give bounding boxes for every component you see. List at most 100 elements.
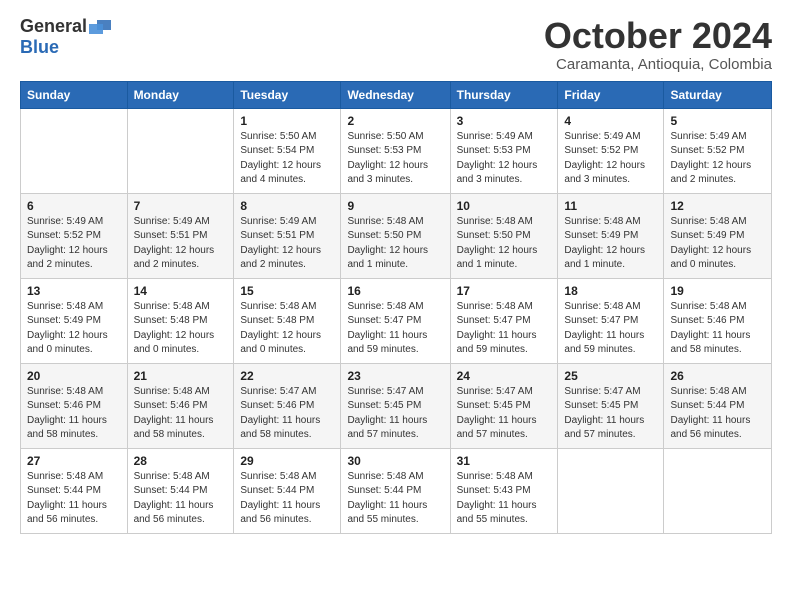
calendar-header-friday: Friday: [558, 81, 664, 108]
day-info: Sunrise: 5:48 AM Sunset: 5:46 PM Dayligh…: [670, 300, 765, 358]
day-info: Sunrise: 5:48 AM Sunset: 5:48 PM Dayligh…: [240, 300, 334, 358]
calendar-cell: 20 Sunrise: 5:48 AM Sunset: 5:46 PM Dayli…: [21, 363, 128, 448]
day-number: 9: [347, 199, 443, 213]
day-info: Sunrise: 5:48 AM Sunset: 5:46 PM Dayligh…: [134, 385, 228, 443]
calendar-cell: 30 Sunrise: 5:48 AM Sunset: 5:44 PM Dayli…: [341, 448, 450, 533]
calendar-header-wednesday: Wednesday: [341, 81, 450, 108]
day-number: 3: [457, 114, 552, 128]
day-number: 18: [564, 284, 657, 298]
day-info: Sunrise: 5:48 AM Sunset: 5:44 PM Dayligh…: [347, 470, 443, 528]
calendar-cell: 18 Sunrise: 5:48 AM Sunset: 5:47 PM Dayli…: [558, 278, 664, 363]
day-number: 17: [457, 284, 552, 298]
calendar-cell: 5Sunrise: 5:49 AM Sunset: 5:52 PM Daylig…: [664, 108, 772, 193]
calendar-cell: 29 Sunrise: 5:48 AM Sunset: 5:44 PM Dayli…: [234, 448, 341, 533]
day-info: Sunrise: 5:48 AM Sunset: 5:49 PM Dayligh…: [670, 215, 765, 273]
day-info: Sunrise: 5:48 AM Sunset: 5:48 PM Dayligh…: [134, 300, 228, 358]
day-info: Sunrise: 5:50 AM Sunset: 5:53 PM Dayligh…: [347, 130, 443, 188]
day-number: 4: [564, 114, 657, 128]
calendar-cell: 15 Sunrise: 5:48 AM Sunset: 5:48 PM Dayli…: [234, 278, 341, 363]
day-number: 25: [564, 369, 657, 383]
calendar-week-3: 13Sunrise: 5:48 AM Sunset: 5:49 PM Dayli…: [21, 278, 772, 363]
day-number: 8: [240, 199, 334, 213]
day-number: 22: [240, 369, 334, 383]
day-info: Sunrise: 5:48 AM Sunset: 5:47 PM Dayligh…: [457, 300, 552, 358]
logo-icon: [89, 18, 111, 36]
day-number: 6: [27, 199, 121, 213]
day-info: Sunrise: 5:48 AM Sunset: 5:43 PM Dayligh…: [457, 470, 552, 528]
calendar-header-sunday: Sunday: [21, 81, 128, 108]
day-number: 13: [27, 284, 121, 298]
day-info: Sunrise: 5:47 AM Sunset: 5:45 PM Dayligh…: [347, 385, 443, 443]
calendar-cell: 24 Sunrise: 5:47 AM Sunset: 5:45 PM Dayli…: [450, 363, 558, 448]
day-number: 11: [564, 199, 657, 213]
day-info: Sunrise: 5:49 AM Sunset: 5:53 PM Dayligh…: [457, 130, 552, 188]
calendar-week-1: 1 Sunrise: 5:50 AM Sunset: 5:54 PM Daylig…: [21, 108, 772, 193]
day-number: 19: [670, 284, 765, 298]
day-number: 20: [27, 369, 121, 383]
day-info: Sunrise: 5:49 AM Sunset: 5:51 PM Dayligh…: [240, 215, 334, 273]
day-info: Sunrise: 5:48 AM Sunset: 5:44 PM Dayligh…: [240, 470, 334, 528]
logo: General Blue: [20, 16, 111, 58]
logo-general-text: General: [20, 16, 87, 37]
calendar-cell: 23 Sunrise: 5:47 AM Sunset: 5:45 PM Dayli…: [341, 363, 450, 448]
calendar-cell: 7 Sunrise: 5:49 AM Sunset: 5:51 PM Daylig…: [127, 193, 234, 278]
location: Caramanta, Antioquia, Colombia: [544, 56, 772, 73]
calendar-cell: 14 Sunrise: 5:48 AM Sunset: 5:48 PM Dayli…: [127, 278, 234, 363]
day-number: 29: [240, 454, 334, 468]
day-number: 12: [670, 199, 765, 213]
calendar-cell: [21, 108, 128, 193]
day-number: 21: [134, 369, 228, 383]
day-number: 27: [27, 454, 121, 468]
calendar-cell: 3 Sunrise: 5:49 AM Sunset: 5:53 PM Daylig…: [450, 108, 558, 193]
day-number: 26: [670, 369, 765, 383]
day-info: Sunrise: 5:48 AM Sunset: 5:50 PM Dayligh…: [457, 215, 552, 273]
day-info: Sunrise: 5:49 AM Sunset: 5:52 PM Dayligh…: [564, 130, 657, 188]
calendar-cell: 8 Sunrise: 5:49 AM Sunset: 5:51 PM Daylig…: [234, 193, 341, 278]
day-info: Sunrise: 5:47 AM Sunset: 5:46 PM Dayligh…: [240, 385, 334, 443]
day-number: 31: [457, 454, 552, 468]
day-number: 15: [240, 284, 334, 298]
day-number: 1: [240, 114, 334, 128]
calendar-week-5: 27 Sunrise: 5:48 AM Sunset: 5:44 PM Dayli…: [21, 448, 772, 533]
day-info: Sunrise: 5:49 AM Sunset: 5:51 PM Dayligh…: [134, 215, 228, 273]
day-number: 28: [134, 454, 228, 468]
calendar-cell: 11 Sunrise: 5:48 AM Sunset: 5:49 PM Dayli…: [558, 193, 664, 278]
calendar-header-row: SundayMondayTuesdayWednesdayThursdayFrid…: [21, 81, 772, 108]
day-info: Sunrise: 5:50 AM Sunset: 5:54 PM Dayligh…: [240, 130, 334, 188]
calendar-cell: 10 Sunrise: 5:48 AM Sunset: 5:50 PM Dayli…: [450, 193, 558, 278]
day-info: Sunrise: 5:48 AM Sunset: 5:49 PM Dayligh…: [564, 215, 657, 273]
month-title: October 2024: [544, 16, 772, 56]
calendar-cell: 6 Sunrise: 5:49 AM Sunset: 5:52 PM Daylig…: [21, 193, 128, 278]
day-number: 24: [457, 369, 552, 383]
calendar: SundayMondayTuesdayWednesdayThursdayFrid…: [20, 81, 772, 534]
calendar-cell: [558, 448, 664, 533]
logo-blue-text: Blue: [20, 37, 59, 58]
calendar-cell: 1 Sunrise: 5:50 AM Sunset: 5:54 PM Daylig…: [234, 108, 341, 193]
calendar-cell: 28Sunrise: 5:48 AM Sunset: 5:44 PM Dayli…: [127, 448, 234, 533]
day-info: Sunrise: 5:48 AM Sunset: 5:47 PM Dayligh…: [564, 300, 657, 358]
day-info: Sunrise: 5:47 AM Sunset: 5:45 PM Dayligh…: [457, 385, 552, 443]
day-number: 14: [134, 284, 228, 298]
day-info: Sunrise: 5:49 AM Sunset: 5:52 PM Dayligh…: [27, 215, 121, 273]
day-number: 10: [457, 199, 552, 213]
calendar-week-2: 6 Sunrise: 5:49 AM Sunset: 5:52 PM Daylig…: [21, 193, 772, 278]
day-info: Sunrise: 5:48 AM Sunset: 5:47 PM Dayligh…: [347, 300, 443, 358]
calendar-cell: 4 Sunrise: 5:49 AM Sunset: 5:52 PM Daylig…: [558, 108, 664, 193]
title-section: October 2024 Caramanta, Antioquia, Colom…: [544, 16, 772, 73]
day-info: Sunrise: 5:48 AM Sunset: 5:44 PM Dayligh…: [27, 470, 121, 528]
day-info: Sunrise: 5:48 AM Sunset: 5:46 PM Dayligh…: [27, 385, 121, 443]
calendar-cell: 16Sunrise: 5:48 AM Sunset: 5:47 PM Dayli…: [341, 278, 450, 363]
day-number: 23: [347, 369, 443, 383]
day-info: Sunrise: 5:48 AM Sunset: 5:44 PM Dayligh…: [670, 385, 765, 443]
calendar-cell: 13Sunrise: 5:48 AM Sunset: 5:49 PM Dayli…: [21, 278, 128, 363]
calendar-cell: 9Sunrise: 5:48 AM Sunset: 5:50 PM Daylig…: [341, 193, 450, 278]
day-info: Sunrise: 5:49 AM Sunset: 5:52 PM Dayligh…: [670, 130, 765, 188]
calendar-cell: 27 Sunrise: 5:48 AM Sunset: 5:44 PM Dayli…: [21, 448, 128, 533]
calendar-header-tuesday: Tuesday: [234, 81, 341, 108]
day-number: 30: [347, 454, 443, 468]
calendar-cell: [664, 448, 772, 533]
day-number: 2: [347, 114, 443, 128]
calendar-cell: 21 Sunrise: 5:48 AM Sunset: 5:46 PM Dayli…: [127, 363, 234, 448]
calendar-header-thursday: Thursday: [450, 81, 558, 108]
day-number: 7: [134, 199, 228, 213]
